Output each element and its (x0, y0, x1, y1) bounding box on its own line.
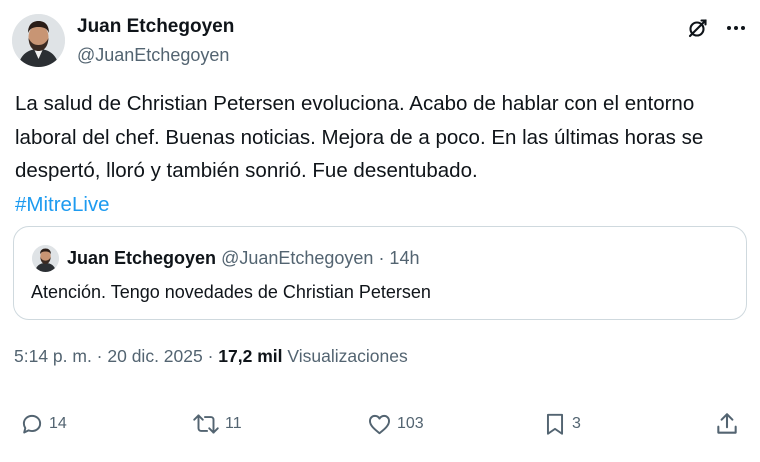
hashtag-link[interactable]: #MitreLive (15, 188, 735, 222)
repost-icon (191, 411, 221, 437)
author-block: Juan Etchegoyen @JuanEtchegoyen (77, 15, 234, 67)
action-bar: 14 11 103 3 (0, 406, 760, 442)
tweet-timestamp[interactable]: 5:14 p. m. · 20 dic. 2025 · (14, 346, 213, 366)
tweet-body: La salud de Christian Petersen evolucion… (15, 87, 735, 221)
bookmark-button[interactable]: 3 (542, 406, 581, 442)
tweet-timestamp-line: 5:14 p. m. · 20 dic. 2025 · 17,2 mil Vis… (14, 344, 408, 368)
more-dots-icon[interactable] (724, 16, 748, 40)
like-count: 103 (397, 415, 424, 432)
quote-author-name[interactable]: Juan Etchegoyen (67, 248, 216, 268)
quote-meta: @JuanEtchegoyen · 14h (221, 248, 420, 268)
heart-icon (366, 411, 393, 437)
quote-text: Atención. Tengo novedades de Christian P… (31, 282, 431, 302)
bookmark-count: 3 (572, 415, 581, 432)
slashed-circle-icon[interactable] (686, 16, 710, 40)
tweet-top-actions (686, 16, 748, 40)
repost-button[interactable]: 11 (191, 406, 242, 442)
author-handle[interactable]: @JuanEtchegoyen (77, 43, 234, 67)
author-avatar[interactable] (12, 14, 65, 67)
views-label: Visualizaciones (287, 346, 408, 366)
repost-count: 11 (225, 415, 242, 432)
like-button[interactable]: 103 (366, 406, 424, 442)
reply-icon (19, 411, 45, 437)
quoted-tweet[interactable]: Juan Etchegoyen @JuanEtchegoyen · 14h At… (13, 226, 747, 320)
views-count: 17,2 mil (218, 346, 283, 366)
author-name[interactable]: Juan Etchegoyen (77, 15, 234, 39)
reply-button[interactable]: 14 (19, 406, 67, 442)
share-icon (714, 411, 740, 437)
bookmark-icon (542, 411, 568, 437)
reply-count: 14 (49, 415, 67, 432)
quote-header: Juan Etchegoyen @JuanEtchegoyen · 14h (67, 246, 419, 270)
share-button[interactable] (714, 406, 740, 442)
tweet-body-text: La salud de Christian Petersen evolucion… (15, 92, 704, 182)
quote-avatar[interactable] (32, 245, 59, 272)
